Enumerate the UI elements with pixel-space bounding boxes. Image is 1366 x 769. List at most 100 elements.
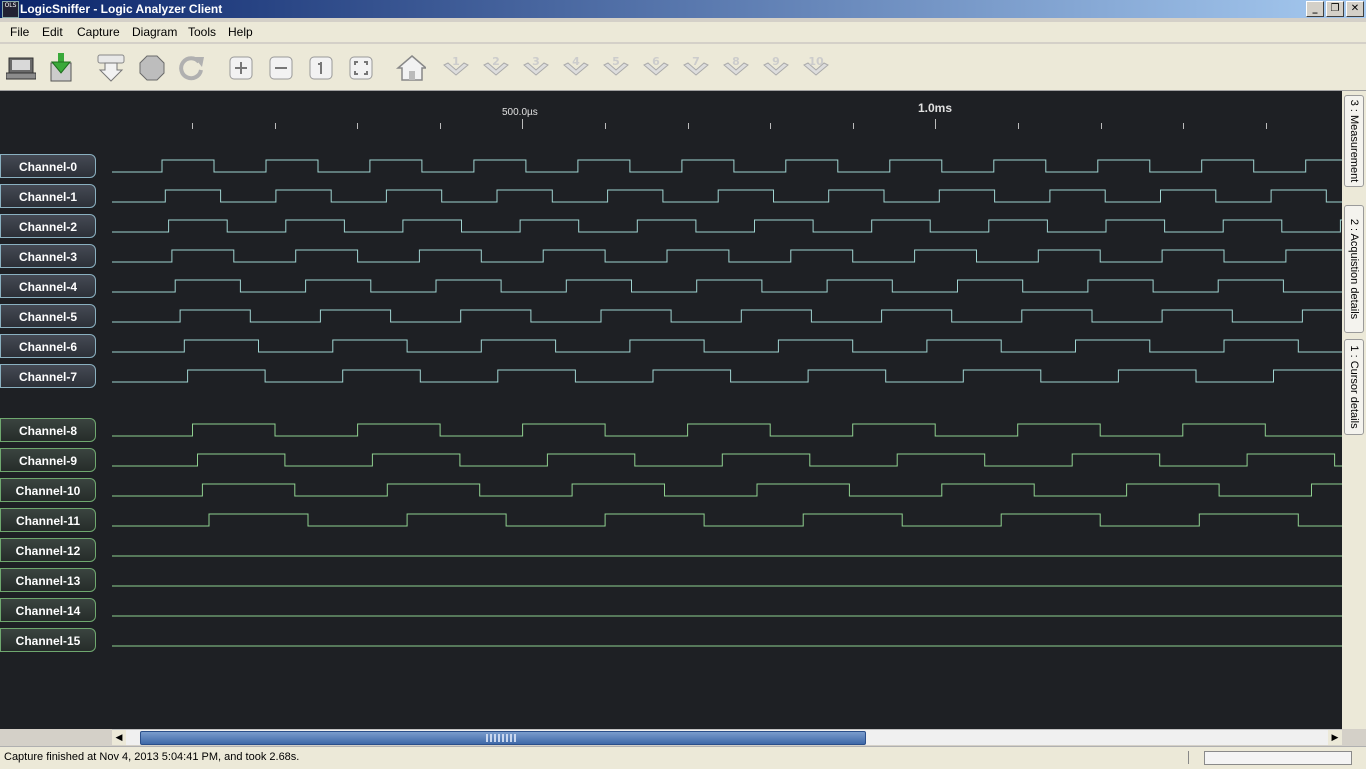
window-title: LogicSniffer - Logic Analyzer Client xyxy=(20,2,223,16)
tab-label: 2 : Acquistion details xyxy=(1348,218,1360,320)
goto-cursor-4-button[interactable]: 4 xyxy=(561,53,591,83)
menu-file[interactable]: File xyxy=(10,25,29,39)
zoom-out-icon xyxy=(269,56,293,80)
channel-waveform xyxy=(112,309,1342,323)
channel-waveform xyxy=(112,219,1342,233)
status-message: Capture finished at Nov 4, 2013 5:04:41 … xyxy=(4,751,300,763)
channel-label[interactable]: Channel-1 xyxy=(0,184,96,208)
restore-button[interactable]: ❐ xyxy=(1326,1,1344,17)
tab-cursor-details[interactable]: 1 : Cursor details xyxy=(1344,339,1364,435)
menu-help[interactable]: Help xyxy=(228,25,253,39)
channel-label[interactable]: Channel-3 xyxy=(0,244,96,268)
repeat-capture-button[interactable] xyxy=(176,53,206,83)
scroll-right-arrow-icon[interactable]: ▶ xyxy=(1328,730,1342,745)
cursor-number: 6 xyxy=(652,55,660,68)
goto-cursor-2-button[interactable]: 2 xyxy=(481,53,511,83)
channel-label[interactable]: Channel-14 xyxy=(0,598,96,622)
channel-waveform xyxy=(112,513,1342,527)
tab-acquisition-details[interactable]: 2 : Acquistion details xyxy=(1344,205,1364,333)
channel-label[interactable]: Channel-4 xyxy=(0,274,96,298)
channel-label[interactable]: Channel-2 xyxy=(0,214,96,238)
channel-label[interactable]: Channel-5 xyxy=(0,304,96,328)
zoom-out-button[interactable] xyxy=(266,53,296,83)
cursor-4-icon: 4 xyxy=(563,55,589,76)
goto-trigger-button[interactable] xyxy=(396,53,426,83)
toolbar: 1 2 3 4 5 6 7 8 9 10 xyxy=(0,44,1366,91)
channel-label[interactable]: Channel-10 xyxy=(0,478,96,502)
channel-label[interactable]: Channel-0 xyxy=(0,154,96,178)
refresh-icon xyxy=(179,56,204,81)
status-separator xyxy=(1188,751,1189,764)
goto-cursor-3-button[interactable]: 3 xyxy=(521,53,551,83)
title-bar: OLS LogicSniffer - Logic Analyzer Client… xyxy=(0,0,1366,18)
zoom-in-button[interactable] xyxy=(226,53,256,83)
scroll-left-arrow-icon[interactable]: ◀ xyxy=(112,730,126,745)
channel-label[interactable]: Channel-7 xyxy=(0,364,96,388)
zoom-all-button[interactable] xyxy=(346,53,376,83)
save-project-button[interactable] xyxy=(46,53,76,83)
cursor-8-icon: 8 xyxy=(723,55,749,76)
goto-cursor-6-button[interactable]: 6 xyxy=(641,53,671,83)
goto-cursor-1-button[interactable]: 1 xyxy=(441,53,471,83)
channel-label[interactable]: Channel-8 xyxy=(0,418,96,442)
tab-label: 1 : Cursor details xyxy=(1348,345,1360,429)
channel-waveform xyxy=(112,339,1342,353)
side-tab-strip: 3 : Measurement 2 : Acquistion details 1… xyxy=(1342,91,1366,729)
cursor-6-icon: 6 xyxy=(643,55,669,76)
waveform-area xyxy=(112,159,1342,647)
cursor-3-icon: 3 xyxy=(523,55,549,76)
cursor-2-icon: 2 xyxy=(483,55,509,76)
open-project-button[interactable] xyxy=(6,53,36,83)
cursor-number: 2 xyxy=(492,55,500,68)
menu-tools[interactable]: Tools xyxy=(188,25,216,39)
capture-button[interactable] xyxy=(96,53,126,83)
channel-waveform xyxy=(112,369,1342,383)
goto-cursor-7-button[interactable]: 7 xyxy=(681,53,711,83)
menu-edit[interactable]: Edit xyxy=(42,25,63,39)
signal-diagram[interactable]: 500.0µs 1.0ms Channel-0 Channel-1 Channel-… xyxy=(0,91,1342,729)
home-icon xyxy=(396,55,426,81)
channel-label[interactable]: Channel-11 xyxy=(0,508,96,532)
menu-diagram[interactable]: Diagram xyxy=(132,25,177,39)
zoom-in-icon xyxy=(229,56,253,80)
goto-cursor-8-button[interactable]: 8 xyxy=(721,53,751,83)
cursor-number: 10 xyxy=(808,55,824,68)
close-button[interactable]: ✕ xyxy=(1346,1,1364,17)
laptop-icon xyxy=(6,57,36,80)
channel-label[interactable]: Channel-6 xyxy=(0,334,96,358)
app-logo-icon: OLS xyxy=(2,1,19,18)
cursor-5-icon: 5 xyxy=(603,55,629,76)
channel-label[interactable]: Channel-9 xyxy=(0,448,96,472)
cursor-9-icon: 9 xyxy=(763,55,789,76)
menu-bar: File Edit Capture Diagram Tools Help xyxy=(0,22,1366,42)
cursor-1-icon: 1 xyxy=(443,55,469,76)
horizontal-scrollbar[interactable]: ◀ ▶ xyxy=(112,729,1342,745)
zoom-fit-icon xyxy=(349,56,373,80)
goto-cursor-9-button[interactable]: 9 xyxy=(761,53,791,83)
channel-waveform xyxy=(112,453,1342,467)
menu-capture[interactable]: Capture xyxy=(77,25,120,39)
save-download-icon xyxy=(50,53,72,82)
progress-bar xyxy=(1204,751,1352,765)
channel-waveform xyxy=(112,159,1342,173)
goto-cursor-5-button[interactable]: 5 xyxy=(601,53,631,83)
channel-waveform xyxy=(112,249,1342,263)
channel-label[interactable]: Channel-12 xyxy=(0,538,96,562)
stop-capture-button[interactable] xyxy=(137,53,167,83)
cursor-number: 7 xyxy=(692,55,700,68)
zoom-original-button[interactable] xyxy=(306,53,336,83)
channel-waveform xyxy=(112,483,1342,497)
goto-cursor-10-button[interactable]: 10 xyxy=(801,53,831,83)
channel-label[interactable]: Channel-13 xyxy=(0,568,96,592)
channel-waveform xyxy=(112,189,1342,203)
grip-icon xyxy=(486,734,516,742)
zoom-original-icon xyxy=(309,56,333,80)
cursor-7-icon: 7 xyxy=(683,55,709,76)
tab-measurement[interactable]: 3 : Measurement xyxy=(1344,95,1364,187)
minimize-button[interactable]: _ xyxy=(1306,1,1324,17)
channel-label[interactable]: Channel-15 xyxy=(0,628,96,652)
channel-waveform xyxy=(112,423,1342,437)
scrollbar-thumb[interactable] xyxy=(140,731,866,745)
cursor-number: 4 xyxy=(572,55,580,68)
tab-label: 3 : Measurement xyxy=(1348,99,1360,183)
